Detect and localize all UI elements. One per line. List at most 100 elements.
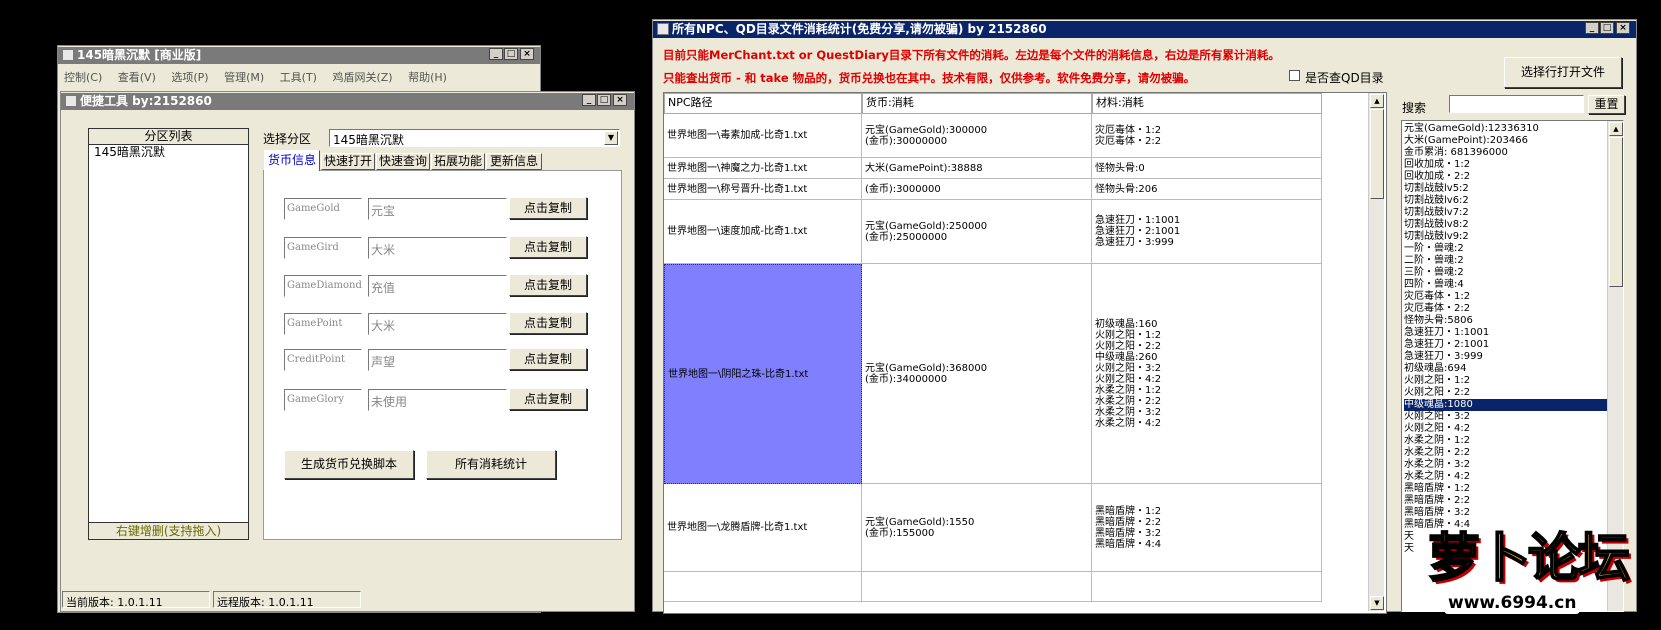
summary-list-item[interactable]: 回收加成・2:2 [1404,171,1609,183]
table-row-currency[interactable]: 元宝(GameGold):368000 (金币):34000000 [862,264,1092,484]
column-header-path[interactable]: NPC路径 [664,93,862,114]
summary-list-item[interactable]: 水柔之阴・2:2 [1404,447,1609,459]
menu-item-view[interactable]: 查看(V) [118,71,156,84]
currency-code-field[interactable]: GameDiamond [284,275,362,297]
summary-list-item[interactable]: 灾厄毒体・1:2 [1404,291,1609,303]
quick-tools-titlebar[interactable]: 便捷工具 by:2152860 [61,93,634,110]
table-row-materials[interactable]: 怪物头骨:0 [1092,158,1322,179]
summary-list-item[interactable]: 黑暗盾牌・2:2 [1404,495,1609,507]
close-icon[interactable]: × [520,48,534,60]
summary-list-item[interactable]: 切割战鼓lv9:2 [1404,231,1609,243]
table-row-materials[interactable]: 黑暗盾牌・1:2 黑暗盾牌・2:2 黑暗盾牌・3:2 黑暗盾牌・4:4 [1092,484,1322,572]
summary-list-item[interactable]: 金币累消: 681396000 [1404,147,1609,159]
maximize-icon[interactable]: □ [597,94,611,106]
menu-item-options[interactable]: 选项(P) [171,71,208,84]
copy-button[interactable]: 点击复制 [509,388,587,410]
copy-button[interactable]: 点击复制 [509,348,587,370]
minimize-icon[interactable]: _ [1585,22,1599,34]
table-scrollbar[interactable]: ▲ ▼ [1368,93,1384,611]
currency-code-field[interactable]: GameGlory [284,389,362,411]
summary-list-item[interactable]: 三阶・兽魂:2 [1404,267,1609,279]
summary-list-item[interactable]: 一阶・兽魂:2 [1404,243,1609,255]
table-row-path[interactable]: 世界地图一\龙腾盾牌-比奇1.txt [664,484,862,572]
summary-list-item[interactable]: 水柔之阴・1:2 [1404,435,1609,447]
table-row-path[interactable]: 世界地图一\毒素加成-比奇1.txt [664,114,862,158]
summary-list-item[interactable]: 急速狂刀・3:999 [1404,351,1609,363]
summary-list-item[interactable]: 切割战鼓lv7:2 [1404,207,1609,219]
generate-script-button[interactable]: 生成货币兑换脚本 [284,450,414,479]
column-header-currency[interactable]: 货币:消耗 [862,93,1092,114]
table-row-currency[interactable]: (金币):3000000 [862,179,1092,200]
partition-list-item[interactable]: 145暗黑沉默 [89,145,248,160]
summary-list-item[interactable]: 元宝(GameGold):12336310 [1404,123,1609,135]
copy-button[interactable]: 点击复制 [509,197,587,219]
tab-quick-query[interactable]: 快速查询 [376,153,430,170]
table-row-materials[interactable]: 怪物头骨:206 [1092,179,1322,200]
table-row-materials[interactable]: 急速狂刀・1:1001 急速狂刀・2:1001 急速狂刀・3:999 [1092,200,1322,264]
summary-list-item[interactable]: 火刚之阳・1:2 [1404,375,1609,387]
minimize-icon[interactable]: _ [489,48,503,60]
summary-list-item[interactable]: 急速狂刀・1:1001 [1404,327,1609,339]
table-row-currency[interactable]: 元宝(GameGold):1550 (金币):155000 [862,484,1092,572]
table-row-path[interactable]: 世界地图一\神魔之力-比奇1.txt [664,158,862,179]
scroll-thumb[interactable] [1609,137,1623,287]
currency-name-field[interactable]: 未使用 [368,389,507,411]
scroll-thumb[interactable] [1370,109,1384,199]
reset-button[interactable]: 重置 [1588,95,1625,114]
maximize-icon[interactable]: □ [504,48,518,60]
summary-list-item[interactable]: 火刚之阳・4:2 [1404,423,1609,435]
menu-item-help[interactable]: 帮助(H) [408,71,447,84]
copy-button[interactable]: 点击复制 [509,274,587,296]
table-row-path[interactable]: 世界地图一\速度加成-比奇1.txt [664,200,862,264]
summary-list-item[interactable]: 回收加成・1:2 [1404,159,1609,171]
summary-list-item[interactable]: 切割战鼓lv5:2 [1404,183,1609,195]
main-window-titlebar[interactable]: 145暗黑沉默 [商业版] [58,47,540,64]
scroll-up-arrow-icon[interactable]: ▲ [1370,94,1384,108]
menu-item-control[interactable]: 控制(C) [64,71,102,84]
menu-item-gateway[interactable]: 鸡盾网关(Z) [332,71,392,84]
partition-select[interactable]: 145暗黑沉默 ▼ [329,129,620,147]
currency-code-field[interactable]: CreditPoint [284,349,362,371]
summary-list-item[interactable]: 火刚之阳・2:2 [1404,387,1609,399]
summary-list-item[interactable]: 水柔之阴・3:2 [1404,459,1609,471]
summary-list-item[interactable]: 急速狂刀・2:1001 [1404,339,1609,351]
summary-list-item[interactable]: 大米(GamePoint):203466 [1404,135,1609,147]
summary-list-item[interactable]: 初级魂晶:694 [1404,363,1609,375]
maximize-icon[interactable]: □ [1600,22,1614,34]
tab-extensions[interactable]: 拓展功能 [431,153,485,170]
consumption-table[interactable]: NPC路径 货币:消耗 材料:消耗 世界地图一\毒素加成-比奇1.txt 元宝(… [663,92,1387,614]
table-row-currency[interactable]: 元宝(GameGold):300000 (金币):30000000 [862,114,1092,158]
close-icon[interactable]: × [1616,22,1630,34]
tab-quick-open[interactable]: 快速打开 [321,153,375,170]
tab-update-info[interactable]: 更新信息 [486,153,542,170]
copy-button[interactable]: 点击复制 [509,312,587,334]
stats-titlebar[interactable]: 所有NPC、QD目录文件消耗统计(免费分享,请勿被骗) by 2152860 [653,21,1636,38]
summary-list-item[interactable]: 四阶・兽魂:4 [1404,279,1609,291]
all-stats-button[interactable]: 所有消耗统计 [426,450,556,479]
menu-item-tools[interactable]: 工具(T) [280,71,317,84]
currency-name-field[interactable]: 大米 [368,313,507,335]
summary-list-item[interactable]: 水柔之阴・4:2 [1404,471,1609,483]
copy-button[interactable]: 点击复制 [509,236,587,258]
table-row-currency[interactable] [862,572,1092,602]
table-row-currency[interactable]: 元宝(GameGold):250000 (金币):25000000 [862,200,1092,264]
partition-list-footer[interactable]: 右键增删(支持拖入) [89,522,248,539]
close-icon[interactable]: × [613,94,627,106]
table-row-path-selected[interactable]: 世界地图一\阴阳之珠-比奇1.txt [664,264,862,484]
currency-name-field[interactable]: 元宝 [368,198,507,220]
scroll-down-arrow-icon[interactable]: ▼ [1370,596,1384,610]
search-input[interactable] [1449,95,1584,113]
table-row-path[interactable] [664,572,862,602]
chevron-down-icon[interactable]: ▼ [604,131,618,145]
summary-list-item[interactable]: 中级魂晶:1080 [1404,399,1609,411]
partition-list[interactable]: 分区列表 145暗黑沉默 右键增删(支持拖入) [88,128,249,540]
summary-list-item[interactable]: 怪物头骨:5806 [1404,315,1609,327]
currency-name-field[interactable]: 大米 [368,237,507,259]
summary-list-item[interactable]: 二阶・兽魂:2 [1404,255,1609,267]
summary-list-item[interactable]: 切割战鼓lv6:2 [1404,195,1609,207]
menu-item-manage[interactable]: 管理(M) [224,71,264,84]
summary-list-item[interactable]: 灾厄毒体・2:2 [1404,303,1609,315]
qd-checkbox[interactable] [1289,70,1300,81]
currency-code-field[interactable]: GameGird [284,237,362,259]
currency-name-field[interactable]: 充值 [368,275,507,297]
